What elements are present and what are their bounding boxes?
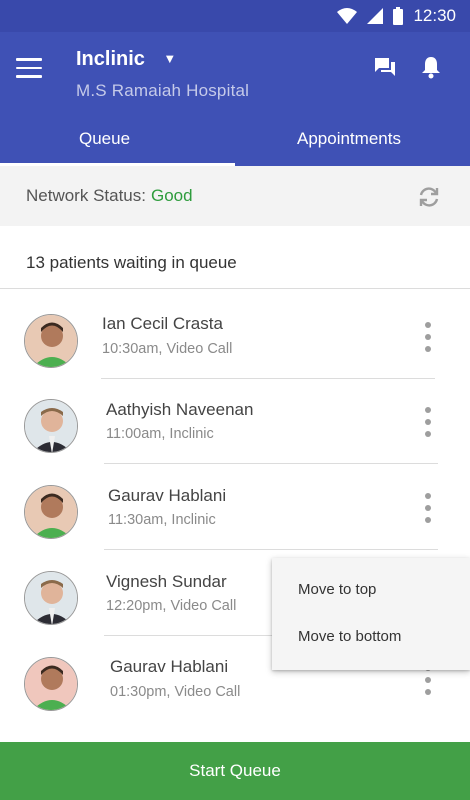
more-vert-icon[interactable]	[420, 405, 436, 439]
app-title: Inclinic	[76, 48, 145, 70]
patient-name: Gaurav Hablani	[110, 657, 229, 676]
patient-name: Aathyish Naveenan	[106, 400, 254, 419]
patient-meta: 11:00am, Inclinic	[106, 426, 214, 442]
queue-summary: 13 patients waiting in queue	[26, 253, 237, 272]
bell-icon[interactable]	[418, 54, 444, 80]
tab-bar: Queue Appointments	[0, 118, 470, 166]
app-bar: Inclinic ▼ M.S Ramaiah Hospital Queue Ap…	[0, 32, 470, 166]
row-options-menu: Move to top Move to bottom	[272, 558, 470, 670]
app-subtitle: M.S Ramaiah Hospital	[76, 81, 250, 100]
patient-meta: 01:30pm, Video Call	[110, 684, 241, 700]
menu-item-move-to-bottom[interactable]: Move to bottom	[298, 628, 401, 645]
refresh-icon[interactable]	[416, 184, 442, 210]
more-vert-icon[interactable]	[420, 491, 436, 525]
avatar	[24, 657, 78, 711]
patient-meta: 11:30am, Inclinic	[108, 512, 216, 528]
network-status-bar: Network Status: Good	[0, 166, 470, 226]
patient-meta: 12:20pm, Video Call	[106, 598, 237, 614]
chat-icon[interactable]	[372, 54, 398, 80]
more-vert-icon[interactable]	[420, 320, 436, 354]
menu-item-move-to-top[interactable]: Move to top	[298, 581, 376, 598]
battery-icon	[393, 7, 404, 25]
patient-meta: 10:30am, Video Call	[102, 341, 233, 357]
menu-icon[interactable]	[16, 58, 42, 80]
avatar	[24, 399, 78, 453]
dropdown-caret-icon: ▼	[163, 51, 177, 66]
cellular-signal-icon	[367, 8, 384, 24]
wifi-icon	[337, 8, 358, 24]
patient-row[interactable]: Gaurav Hablani 11:30am, Inclinic	[0, 463, 470, 550]
status-time: 12:30	[413, 6, 456, 25]
patient-name: Gaurav Hablani	[108, 486, 227, 505]
status-bar: 12:30	[0, 0, 470, 32]
divider	[0, 288, 470, 289]
patient-name: Vignesh Sundar	[106, 572, 227, 591]
tab-appointments[interactable]: Appointments	[235, 118, 470, 166]
tab-queue[interactable]: Queue	[0, 118, 235, 166]
patient-name: Ian Cecil Crasta	[102, 314, 223, 333]
avatar	[24, 571, 78, 625]
clinic-selector[interactable]: Inclinic ▼	[76, 48, 176, 71]
network-status-value: Good	[151, 186, 193, 205]
start-queue-button[interactable]: Start Queue	[0, 742, 470, 800]
avatar	[24, 485, 78, 539]
network-status-label: Network Status:	[26, 186, 146, 205]
patient-row[interactable]: Aathyish Naveenan 11:00am, Inclinic	[0, 377, 470, 464]
patient-row[interactable]: Ian Cecil Crasta 10:30am, Video Call	[0, 292, 470, 379]
avatar	[24, 314, 78, 368]
